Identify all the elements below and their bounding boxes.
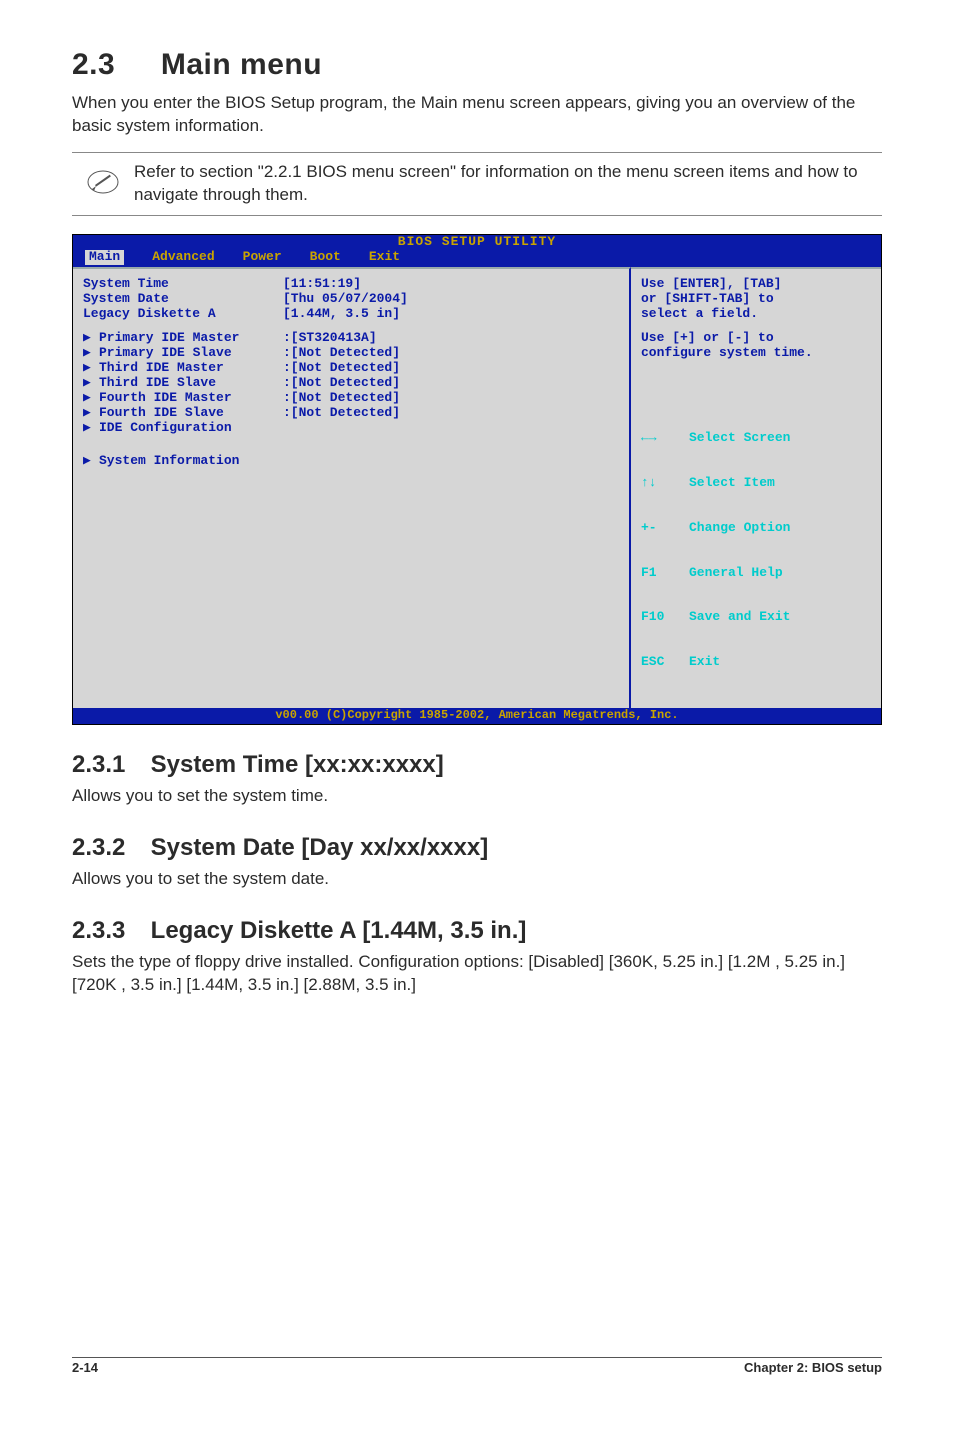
subsection-number: 2.3.1 bbox=[72, 751, 144, 779]
note-text: Refer to section "2.2.1 BIOS menu screen… bbox=[134, 161, 882, 207]
legend-key: +- bbox=[641, 521, 675, 536]
legend-row: F10 Save and Exit bbox=[641, 610, 871, 625]
subsection-heading: 2.3.2 System Date [Day xx/xx/xxxx] bbox=[72, 834, 882, 862]
field-label: Fourth IDE Master bbox=[99, 391, 283, 406]
bios-copyright: v00.00 (C)Copyright 1985-2002, American … bbox=[73, 708, 881, 724]
subsection-title: System Date [Day xx/xx/xxxx] bbox=[151, 834, 489, 861]
chapter-label: Chapter 2: BIOS setup bbox=[744, 1360, 882, 1375]
bios-help-line: select a field. bbox=[641, 307, 871, 322]
legend-desc: General Help bbox=[689, 566, 783, 581]
submenu-arrow-icon: ▶ bbox=[83, 361, 99, 376]
section-title: Main menu bbox=[161, 48, 322, 81]
field-label: System Information bbox=[99, 454, 299, 469]
field-value: :[Not Detected] bbox=[283, 376, 619, 391]
bios-tab-main[interactable]: Main bbox=[85, 250, 124, 265]
submenu-arrow-icon: ▶ bbox=[83, 376, 99, 391]
subsection-title: System Time [xx:xx:xxxx] bbox=[151, 751, 444, 778]
field-value: [Thu 05/07/2004] bbox=[283, 292, 619, 307]
submenu-arrow-icon: ▶ bbox=[83, 454, 99, 469]
bios-title: BIOS SETUP UTILITY bbox=[398, 234, 556, 249]
subsection-body: Allows you to set the system date. bbox=[72, 868, 882, 891]
submenu-arrow-icon: ▶ bbox=[83, 346, 99, 361]
bios-header: BIOS SETUP UTILITY bbox=[73, 235, 881, 250]
legend-row: ←→ Select Screen bbox=[641, 431, 871, 446]
section-number: 2.3 bbox=[72, 48, 152, 82]
bios-submenu-primary-ide-slave[interactable]: ▶ Primary IDE Slave :[Not Detected] bbox=[83, 346, 619, 361]
legend-desc: Change Option bbox=[689, 521, 790, 536]
submenu-arrow-icon: ▶ bbox=[83, 331, 99, 346]
field-value: :[Not Detected] bbox=[283, 406, 619, 421]
bios-field-system-date[interactable]: System Date [Thu 05/07/2004] bbox=[83, 292, 619, 307]
bios-tab-power[interactable]: Power bbox=[243, 250, 282, 265]
bios-field-legacy-diskette[interactable]: Legacy Diskette A [1.44M, 3.5 in] bbox=[83, 307, 619, 322]
field-label: System Date bbox=[83, 292, 283, 307]
subsection-body: Sets the type of floppy drive installed.… bbox=[72, 951, 882, 997]
legend-key: ESC bbox=[641, 655, 675, 670]
field-label: Fourth IDE Slave bbox=[99, 406, 283, 421]
subsection-number: 2.3.3 bbox=[72, 917, 144, 945]
bios-submenu-system-information[interactable]: ▶ System Information bbox=[83, 454, 619, 469]
submenu-arrow-icon: ▶ bbox=[83, 391, 99, 406]
bios-tab-exit[interactable]: Exit bbox=[369, 250, 400, 265]
page-footer: 2-14 Chapter 2: BIOS setup bbox=[72, 1357, 882, 1375]
field-label: System Time bbox=[83, 277, 283, 292]
field-value: :[Not Detected] bbox=[283, 346, 619, 361]
pencil-note-icon bbox=[72, 161, 134, 199]
field-label: Primary IDE Slave bbox=[99, 346, 283, 361]
bios-tab-boot[interactable]: Boot bbox=[310, 250, 341, 265]
legend-row: ESC Exit bbox=[641, 655, 871, 670]
section-intro: When you enter the BIOS Setup program, t… bbox=[72, 92, 882, 138]
bios-submenu-third-ide-master[interactable]: ▶ Third IDE Master :[Not Detected] bbox=[83, 361, 619, 376]
legend-row: F1 General Help bbox=[641, 566, 871, 581]
field-value bbox=[283, 421, 619, 436]
submenu-arrow-icon: ▶ bbox=[83, 406, 99, 421]
subsection-title: Legacy Diskette A [1.44M, 3.5 in.] bbox=[151, 917, 527, 944]
page-number: 2-14 bbox=[72, 1360, 98, 1375]
subsection-heading: 2.3.3 Legacy Diskette A [1.44M, 3.5 in.] bbox=[72, 917, 882, 945]
field-value: :[Not Detected] bbox=[283, 391, 619, 406]
bios-help-panel: Use [ENTER], [TAB] or [SHIFT-TAB] to sel… bbox=[631, 267, 881, 708]
bios-screenshot: BIOS SETUP UTILITY Main Advanced Power B… bbox=[72, 234, 882, 725]
legend-key: ↑↓ bbox=[641, 476, 675, 491]
legend-key: F1 bbox=[641, 566, 675, 581]
legend-key: ←→ bbox=[641, 431, 675, 446]
bios-field-system-time[interactable]: System Time [11:51:19] bbox=[83, 277, 619, 292]
bios-tab-advanced[interactable]: Advanced bbox=[152, 250, 214, 265]
field-label: Third IDE Master bbox=[99, 361, 283, 376]
subsection-heading: 2.3.1 System Time [xx:xx:xxxx] bbox=[72, 751, 882, 779]
legend-row: ↑↓ Select Item bbox=[641, 476, 871, 491]
bios-main-panel: System Time [11:51:19] System Date [Thu … bbox=[73, 267, 631, 708]
field-label: IDE Configuration bbox=[99, 421, 283, 436]
bios-help-line: configure system time. bbox=[641, 346, 871, 361]
section-heading: 2.3 Main menu bbox=[72, 48, 882, 82]
legend-desc: Exit bbox=[689, 655, 720, 670]
bios-help-line: Use [ENTER], [TAB] bbox=[641, 277, 871, 292]
bios-submenu-fourth-ide-slave[interactable]: ▶ Fourth IDE Slave :[Not Detected] bbox=[83, 406, 619, 421]
note-block: Refer to section "2.2.1 BIOS menu screen… bbox=[72, 152, 882, 216]
bios-submenu-third-ide-slave[interactable]: ▶ Third IDE Slave :[Not Detected] bbox=[83, 376, 619, 391]
bios-key-legend: ←→ Select Screen ↑↓ Select Item +- Chang… bbox=[641, 401, 871, 700]
field-value: :[Not Detected] bbox=[283, 361, 619, 376]
field-label: Third IDE Slave bbox=[99, 376, 283, 391]
field-value: [11:51:19] bbox=[283, 277, 619, 292]
legend-desc: Save and Exit bbox=[689, 610, 790, 625]
legend-key: F10 bbox=[641, 610, 675, 625]
subsection-body: Allows you to set the system time. bbox=[72, 785, 882, 808]
bios-tab-bar: Main Advanced Power Boot Exit bbox=[73, 250, 881, 267]
bios-submenu-fourth-ide-master[interactable]: ▶ Fourth IDE Master :[Not Detected] bbox=[83, 391, 619, 406]
legend-desc: Select Screen bbox=[689, 431, 790, 446]
field-value: [1.44M, 3.5 in] bbox=[283, 307, 619, 322]
subsection-number: 2.3.2 bbox=[72, 834, 144, 862]
field-label: Primary IDE Master bbox=[99, 331, 283, 346]
bios-help-line: Use [+] or [-] to bbox=[641, 331, 871, 346]
submenu-arrow-icon: ▶ bbox=[83, 421, 99, 436]
field-value: :[ST320413A] bbox=[283, 331, 619, 346]
legend-row: +- Change Option bbox=[641, 521, 871, 536]
bios-submenu-primary-ide-master[interactable]: ▶ Primary IDE Master :[ST320413A] bbox=[83, 331, 619, 346]
field-label: Legacy Diskette A bbox=[83, 307, 283, 322]
bios-help-line: or [SHIFT-TAB] to bbox=[641, 292, 871, 307]
legend-desc: Select Item bbox=[689, 476, 775, 491]
bios-submenu-ide-configuration[interactable]: ▶ IDE Configuration bbox=[83, 421, 619, 436]
